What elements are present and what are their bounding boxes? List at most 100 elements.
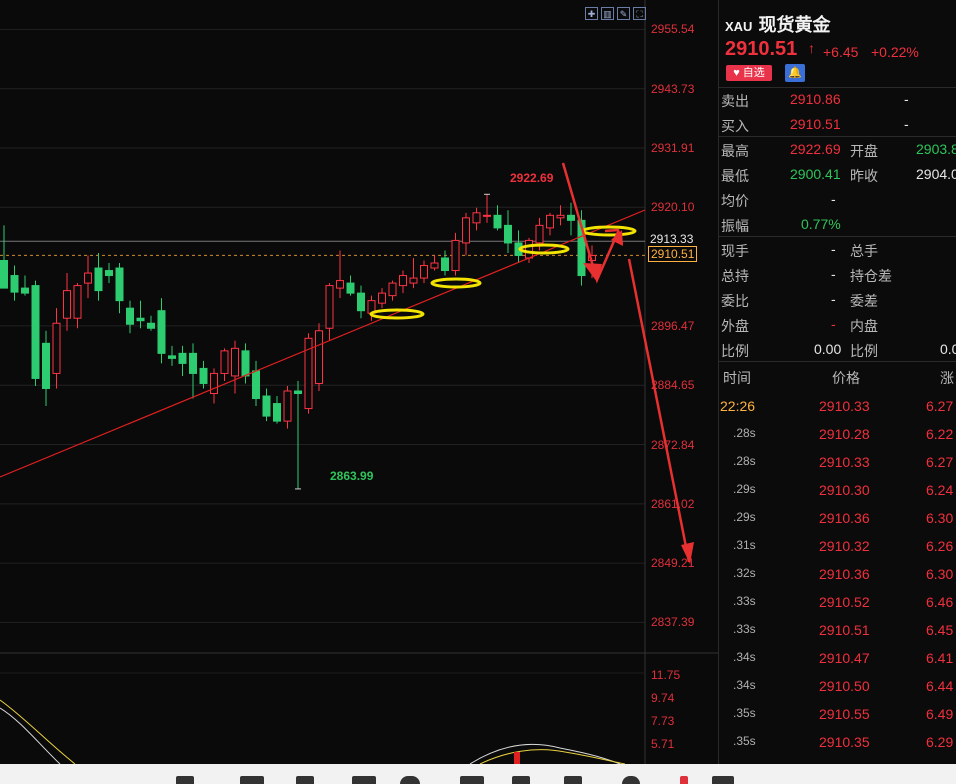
high-label: 最高: [721, 143, 749, 159]
fullscreen-icon[interactable]: ⛶: [633, 7, 646, 20]
candle-body: [21, 287, 29, 294]
toolbar-icon[interactable]: [296, 776, 314, 784]
favorite-label: 自选: [742, 67, 765, 79]
symbol-name: 现货黄金: [758, 15, 831, 35]
tick-time: .28s: [733, 426, 756, 440]
candle-body: [546, 214, 554, 229]
candle-body: [220, 350, 229, 374]
ticks-header: 时间 价格 涨: [719, 364, 956, 389]
sell-volume: -: [904, 91, 909, 107]
up-arrow-icon: ↑: [808, 40, 815, 56]
outer-label: 外盘: [721, 318, 749, 334]
tick-row: .33s 2910.52 6.46: [719, 587, 956, 615]
tick-change: 6.24: [926, 482, 954, 498]
toolbar-icon[interactable]: [400, 776, 420, 784]
tick-time: .31s: [733, 538, 756, 552]
tick-change: 6.30: [926, 510, 954, 526]
outer-value: -: [831, 316, 836, 332]
level-tag-price: 2910.51: [648, 246, 698, 262]
candle-body: [52, 322, 61, 374]
toolbar-icon[interactable]: [512, 776, 530, 784]
hold-diff-label: 持仓差: [850, 268, 892, 284]
toolbar-icon[interactable]: [352, 776, 376, 784]
candle-body: [115, 267, 124, 302]
amplitude-label: 振幅: [721, 218, 749, 234]
prev-close-label: 昨收: [850, 168, 878, 184]
order-ratio-value: -: [831, 291, 836, 307]
candle-body: [409, 277, 418, 284]
tick-price: 2910.32: [819, 538, 870, 554]
add-favorite-button[interactable]: ♥ 自选: [726, 65, 772, 81]
indicator-label: 11.75: [651, 668, 681, 682]
candle-body: [567, 214, 575, 221]
tick-row: .35s 2910.35 6.29: [719, 727, 956, 755]
toolbar-icon[interactable]: [564, 776, 582, 784]
prev-close-value: 2904.0: [916, 166, 956, 182]
tick-change: 6.44: [926, 678, 954, 694]
candle-body: [31, 285, 40, 379]
tick-row: .28s 2910.33 6.27: [719, 447, 956, 475]
symbol-title: XAU 现货黄金: [725, 11, 830, 37]
draw-icon[interactable]: ✎: [617, 7, 630, 20]
candle-body: [462, 217, 470, 244]
tick-time: .33s: [733, 622, 756, 636]
tick-row: .29s 2910.36 6.30: [719, 503, 956, 531]
tick-time: .29s: [733, 482, 756, 496]
tick-time: .28s: [733, 454, 756, 468]
candle-body: [357, 292, 365, 312]
candle-body: [273, 403, 281, 422]
y-axis-label: 2837.39: [651, 615, 695, 630]
candle-body: [210, 372, 218, 395]
toolbar-icon[interactable]: [622, 776, 640, 784]
quote-row-high: 最高 2922.69 开盘 2903.8: [719, 137, 956, 162]
toolbar-icon[interactable]: [460, 776, 484, 784]
tick-row: 22:26 2910.33 6.27: [719, 391, 956, 419]
candle-body: [189, 352, 197, 374]
candle-body: [336, 280, 344, 289]
indicator-label: 7.73: [651, 714, 675, 728]
high-annotation: 2922.69: [510, 171, 554, 185]
heart-icon: ♥: [733, 67, 740, 79]
toolbar-icon[interactable]: [712, 776, 734, 784]
price-change: +6.45: [823, 44, 859, 60]
crosshair-icon[interactable]: ✚: [585, 7, 598, 20]
toolbar-icon[interactable]: [240, 776, 264, 784]
candle-body: [441, 257, 449, 272]
quote-row-ratio: 比例 0.00 比例 0.0: [719, 337, 956, 362]
buy-label: 买入: [721, 118, 749, 134]
candle-body: [430, 262, 439, 269]
tick-row: .31s 2910.32 6.26: [719, 531, 956, 559]
alert-bell-icon[interactable]: 🔔: [785, 64, 805, 82]
candle-body: [73, 285, 82, 319]
buy-value: 2910.51: [790, 116, 841, 132]
candle-body: [420, 265, 428, 279]
tick-change: 6.46: [926, 594, 954, 610]
indicator-icon[interactable]: ▥: [601, 7, 614, 20]
candle-body: [262, 395, 271, 417]
tick-time: .32s: [733, 566, 756, 580]
y-axis-label: 2896.47: [651, 318, 695, 333]
tick-change: 6.22: [926, 426, 954, 442]
ticks-header-price: 价格: [832, 370, 860, 386]
candle-body: [472, 212, 481, 224]
candle-body: [556, 214, 565, 219]
y-axis-label: 2920.10: [651, 200, 695, 215]
candle-body: [84, 272, 92, 284]
candle-body: [42, 342, 50, 389]
hold-label: 总持: [721, 268, 749, 284]
tick-price: 2910.33: [819, 454, 870, 470]
y-axis-label: 2931.91: [651, 141, 695, 156]
y-axis-label: 2861.02: [651, 496, 695, 511]
low-value: 2900.41: [790, 166, 841, 182]
price-chart[interactable]: [0, 0, 718, 764]
candle-body: [105, 270, 113, 277]
candle-body: [199, 367, 208, 384]
toolbar-icon[interactable]: [176, 776, 194, 784]
candle-body: [63, 290, 71, 319]
quote-row-low: 最低 2900.41 昨收 2904.0: [719, 162, 956, 187]
tick-price: 2910.36: [819, 510, 870, 526]
candle-body: [388, 282, 397, 297]
toolbar-icon[interactable]: [680, 776, 688, 784]
candle-body: [126, 307, 134, 325]
y-axis-label: 2955.54: [651, 22, 695, 37]
